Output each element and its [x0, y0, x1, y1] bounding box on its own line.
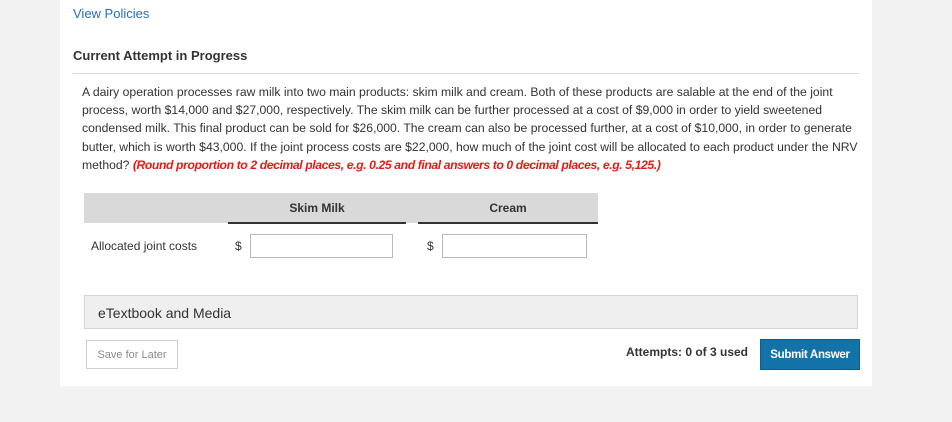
etextbook-media-label: eTextbook and Media — [98, 305, 232, 321]
attempt-title: Current Attempt in Progress — [73, 48, 248, 63]
question-text-block: A dairy operation processes raw milk int… — [82, 83, 862, 174]
skim-milk-amount-input[interactable] — [250, 234, 393, 258]
section-divider — [73, 73, 859, 74]
currency-symbol: $ — [235, 239, 242, 253]
rounding-instruction: (Round proportion to 2 decimal places, e… — [132, 157, 661, 172]
currency-symbol: $ — [427, 239, 434, 253]
save-for-later-button[interactable]: Save for Later — [86, 340, 178, 369]
view-policies-link[interactable]: View Policies — [73, 6, 149, 21]
attempts-counter: Attempts: 0 of 3 used — [626, 345, 749, 359]
question-card: View Policies Current Attempt in Progres… — [60, 0, 872, 386]
etextbook-media-panel[interactable]: eTextbook and Media — [84, 295, 858, 329]
column-header-skim-milk: Skim Milk — [228, 193, 406, 224]
column-header-cream: Cream — [418, 193, 598, 224]
submit-answer-button[interactable]: Submit Answer — [760, 339, 860, 370]
row-label-allocated-joint-costs: Allocated joint costs — [91, 239, 198, 253]
cream-amount-input[interactable] — [442, 234, 587, 258]
